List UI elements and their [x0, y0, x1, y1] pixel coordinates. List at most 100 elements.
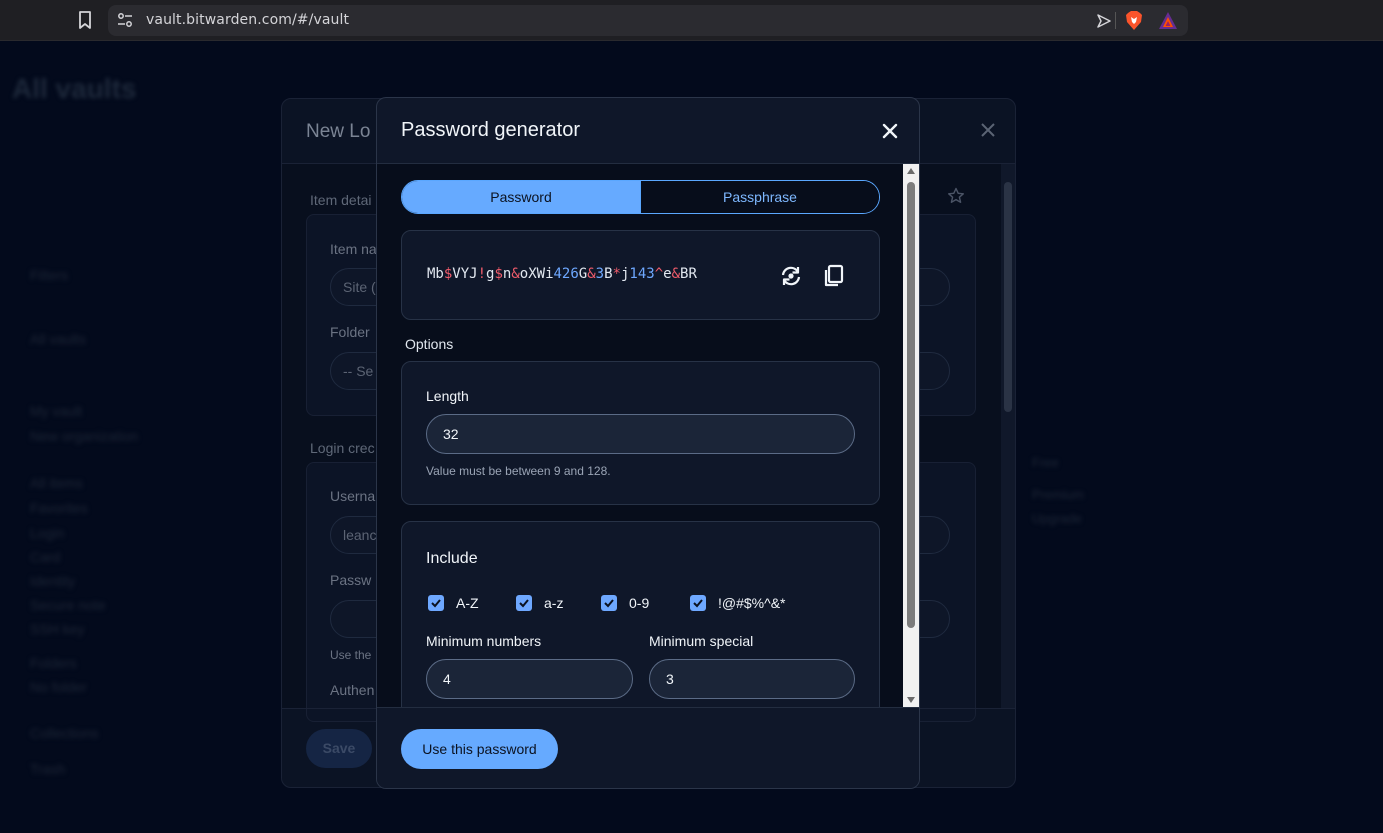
upgrade-panel-text: Upgrade: [1032, 511, 1082, 526]
url-text: vault.bitwarden.com/#/vault: [146, 12, 350, 28]
sidebar-item: All items: [30, 475, 83, 491]
upgrade-panel-text: Free: [1032, 455, 1059, 470]
new-login-title: New Lo: [306, 121, 371, 142]
special-checkbox[interactable]: !@#$%^&*: [690, 595, 785, 611]
use-this-password-button[interactable]: Use this password: [401, 729, 558, 769]
generated-password: Mb$VYJ!g$n&oXWi426G&3B*j143^e&BR: [427, 266, 697, 282]
include-card: Include A-Z a-z 0-9 !@#$%^&* Minimum num…: [401, 521, 880, 707]
close-icon[interactable]: [879, 120, 901, 142]
password-generator-dialog: Password generator Password Passphrase M…: [376, 97, 920, 789]
password-segment: &: [511, 266, 520, 282]
min-special-label: Minimum special: [649, 633, 754, 649]
hint-text: Use the: [330, 648, 372, 662]
password-segment: *: [612, 266, 621, 282]
sidebar-item: Secure note: [30, 597, 106, 613]
page-title: All vaults: [12, 73, 137, 104]
scrollbar-thumb[interactable]: [907, 182, 915, 628]
generator-type-toggle: Password Passphrase: [401, 180, 880, 214]
scroll-up-arrow-icon[interactable]: [907, 168, 915, 174]
field-label: Userna: [330, 488, 376, 504]
sidebar-item: Filters: [30, 267, 69, 283]
password-segment: VYJ: [452, 266, 478, 282]
section-title: Login crec: [310, 440, 375, 456]
field-label: Folder: [330, 324, 370, 340]
section-title: Item detai: [310, 192, 372, 208]
bookmark-icon[interactable]: [76, 10, 94, 30]
checkbox-checked-icon[interactable]: [690, 595, 706, 611]
sidebar-item: My vault: [30, 403, 83, 419]
scroll-down-arrow-icon[interactable]: [907, 697, 915, 703]
min-numbers-input[interactable]: [426, 659, 633, 699]
include-title: Include: [426, 550, 478, 567]
password-segment: &: [587, 266, 596, 282]
generated-password-card: Mb$VYJ!g$n&oXWi426G&3B*j143^e&BR: [401, 230, 880, 320]
sidebar-item: All vaults: [30, 331, 87, 347]
sidebar-item: Card: [30, 549, 61, 565]
password-segment: oXWi: [519, 266, 554, 282]
dialog-header: Password generator: [377, 98, 919, 164]
password-segment: B: [604, 266, 613, 282]
password-tab[interactable]: Password: [402, 181, 640, 213]
length-card: Length Value must be between 9 and 128.: [401, 361, 880, 505]
password-segment: 3: [595, 266, 605, 282]
length-label: Length: [426, 388, 469, 404]
password-segment: Mb: [427, 266, 444, 282]
checkbox-checked-icon[interactable]: [601, 595, 617, 611]
password-segment: 426: [553, 266, 579, 282]
uppercase-checkbox[interactable]: A-Z: [428, 595, 479, 611]
sidebar-item: Login: [30, 525, 65, 541]
field-label: Passw: [330, 572, 372, 588]
password-segment: ^: [654, 266, 664, 282]
password-segment: G: [578, 266, 588, 282]
sidebar-item: Collections: [30, 725, 99, 741]
address-bar[interactable]: vault.bitwarden.com/#/vault: [108, 5, 1188, 36]
scrollbar[interactable]: [1001, 164, 1015, 708]
scrollbar-thumb[interactable]: [1004, 182, 1012, 412]
checkbox-checked-icon[interactable]: [428, 595, 444, 611]
brave-rewards-icon[interactable]: [1158, 11, 1178, 30]
numbers-checkbox[interactable]: 0-9: [601, 595, 649, 611]
sidebar-item: SSH key: [30, 621, 85, 637]
length-hint: Value must be between 9 and 128.: [426, 464, 611, 478]
length-input[interactable]: [426, 414, 855, 454]
password-segment: e: [663, 266, 672, 282]
checkbox-label: 0-9: [629, 595, 650, 611]
min-numbers-label: Minimum numbers: [426, 633, 542, 649]
checkbox-label: A-Z: [456, 595, 479, 611]
site-settings-icon[interactable]: [116, 12, 134, 28]
field-label: Authen: [330, 682, 375, 698]
password-segment: !: [477, 266, 487, 282]
password-segment: &: [671, 266, 681, 282]
dialog-title: Password generator: [401, 119, 580, 141]
sidebar-item: Identity: [30, 573, 76, 589]
sidebar-item: No folder: [30, 679, 87, 695]
password-segment: BR: [680, 266, 697, 282]
sidebar-item: Folders: [30, 655, 77, 671]
field-label: Item na: [330, 241, 377, 257]
password-segment: $: [494, 266, 503, 282]
favorite-star-icon[interactable]: [947, 187, 965, 205]
browser-toolbar: vault.bitwarden.com/#/vault: [0, 0, 1383, 41]
dialog-footer: Use this password: [377, 707, 919, 788]
min-special-input[interactable]: [649, 659, 855, 699]
upgrade-panel-text: Premium: [1032, 487, 1085, 502]
password-segment: 143: [629, 266, 655, 282]
passphrase-tab[interactable]: Passphrase: [640, 181, 879, 213]
checkbox-label: a-z: [544, 595, 564, 611]
lowercase-checkbox[interactable]: a-z: [516, 595, 563, 611]
scrollbar[interactable]: [903, 164, 919, 707]
sidebar-item: Trash: [30, 761, 66, 777]
options-title: Options: [405, 336, 454, 352]
sidebar-item: Favorites: [30, 500, 88, 516]
checkbox-label: !@#$%^&*: [718, 595, 786, 611]
dialog-body: Password Passphrase Mb$VYJ!g$n&oXWi426G&…: [377, 164, 905, 707]
regenerate-icon[interactable]: [779, 264, 803, 288]
brave-shields-icon[interactable]: [1124, 10, 1144, 31]
close-icon[interactable]: [979, 121, 997, 139]
copy-icon[interactable]: [823, 264, 845, 288]
checkbox-checked-icon[interactable]: [516, 595, 532, 611]
sidebar-item: New organization: [30, 428, 139, 444]
toolbar-separator: [1115, 12, 1116, 29]
share-icon[interactable]: [1096, 13, 1112, 29]
save-button[interactable]: Save: [306, 729, 372, 768]
